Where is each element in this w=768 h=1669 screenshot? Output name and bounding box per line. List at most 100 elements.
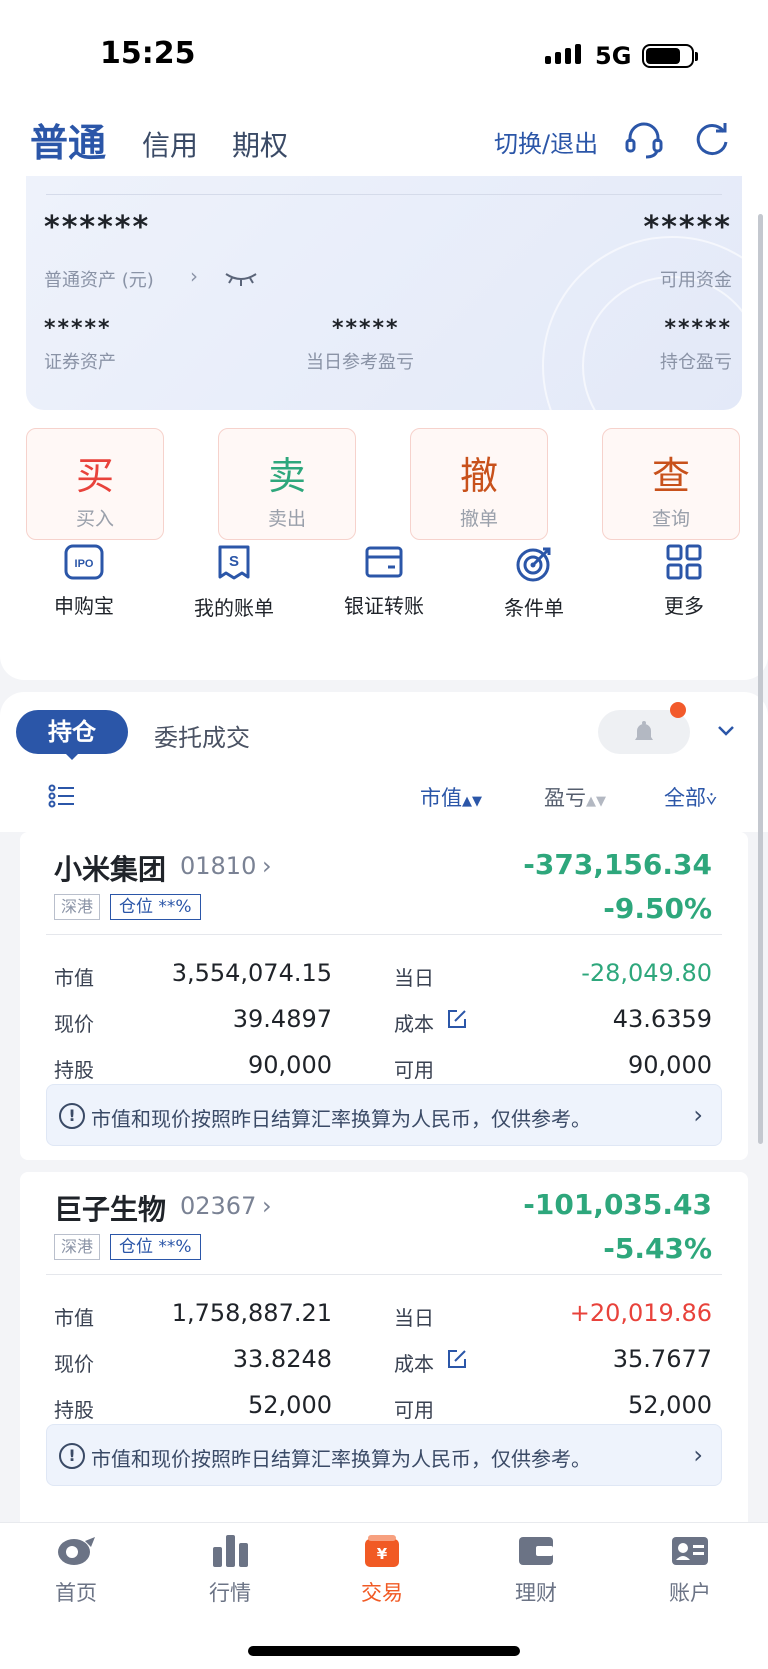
notification-dot bbox=[670, 702, 686, 718]
available-shares: 90,000 bbox=[628, 1051, 712, 1079]
chevron-right-icon: › bbox=[262, 1192, 272, 1220]
account-icon bbox=[672, 1537, 708, 1565]
holding-card[interactable]: 小米集团 01810 › -373,156.34 -9.50% 深港 仓位 **… bbox=[20, 832, 748, 1160]
cost-label: 成本 bbox=[394, 1012, 434, 1036]
stock-code: 02367 bbox=[180, 1192, 257, 1220]
scrollbar[interactable] bbox=[758, 214, 763, 1144]
nav-market-label: 行情 bbox=[209, 1581, 251, 1605]
tab-credit[interactable]: 信用 bbox=[142, 124, 198, 164]
cancel-order-button[interactable]: 撤 撤单 bbox=[410, 428, 548, 540]
shares-label: 持股 bbox=[54, 1058, 94, 1082]
market-tag: 深港 bbox=[54, 1234, 101, 1260]
bill-icon: S bbox=[218, 545, 250, 580]
chevron-right-icon: › bbox=[262, 852, 272, 880]
list-icon[interactable] bbox=[48, 784, 76, 808]
tab-options[interactable]: 期权 bbox=[232, 124, 288, 164]
func-my-bill[interactable]: S 我的账单 bbox=[170, 544, 298, 621]
refresh-icon[interactable] bbox=[690, 118, 734, 162]
shares: 90,000 bbox=[248, 1051, 332, 1079]
asset-section: ****** ***** 普通资产 (元) › 可用资金 ***** *****… bbox=[0, 176, 768, 680]
fx-notice[interactable]: ! 市值和现价按照昨日结算汇率换算为人民币，仅供参考。 › bbox=[46, 1084, 722, 1146]
nav-wealth-label: 理财 bbox=[515, 1581, 557, 1605]
available-label: 可用 bbox=[394, 1058, 434, 1082]
stock-name: 小米集团 bbox=[54, 853, 167, 886]
ipo-icon: IPO bbox=[64, 544, 104, 580]
position-tag: 仓位 **% bbox=[110, 1234, 201, 1260]
market-value-label: 市值 bbox=[54, 966, 94, 990]
market-value: 3,554,074.15 bbox=[171, 959, 332, 987]
holding-pnl-label: 持仓盈亏 bbox=[660, 352, 732, 373]
securities-assets-value: ***** bbox=[44, 316, 112, 341]
func-bank-transfer[interactable]: 银证转账 bbox=[320, 544, 448, 619]
tab-normal[interactable]: 普通 bbox=[30, 112, 106, 167]
nav-wealth[interactable]: 理财 bbox=[486, 1533, 586, 1607]
daily-label: 当日 bbox=[394, 966, 434, 990]
sort-market-value[interactable]: 市值▲▼ bbox=[420, 782, 482, 812]
chart-icon bbox=[213, 1535, 248, 1567]
func-conditional-order[interactable]: 条件单 bbox=[470, 544, 598, 621]
holding-pnl-value: ***** bbox=[664, 316, 732, 341]
filter-icon: ⩒ bbox=[706, 789, 717, 810]
sell-button[interactable]: 卖 卖出 bbox=[218, 428, 356, 540]
daily-label: 当日 bbox=[394, 1306, 434, 1330]
battery-icon bbox=[642, 44, 698, 68]
securities-assets-label: 证券资产 bbox=[44, 352, 116, 373]
query-button[interactable]: 查 查询 bbox=[602, 428, 740, 540]
svg-text:IPO: IPO bbox=[75, 558, 94, 570]
info-icon: ! bbox=[59, 1443, 85, 1469]
home-indicator bbox=[248, 1646, 520, 1656]
cost-label: 成本 bbox=[394, 1352, 434, 1376]
query-label: 查询 bbox=[651, 508, 690, 530]
chevron-right-icon: › bbox=[693, 1101, 703, 1129]
holding-card[interactable]: 巨子生物 02367 › -101,035.43 -5.43% 深港 仓位 **… bbox=[20, 1172, 748, 1532]
nav-account[interactable]: 账户 bbox=[640, 1533, 740, 1607]
filter-all[interactable]: 全部⩒ bbox=[664, 782, 717, 812]
total-assets-label[interactable]: 普通资产 (元) bbox=[44, 266, 154, 292]
customer-service-icon[interactable] bbox=[622, 118, 666, 162]
edit-icon[interactable] bbox=[446, 1348, 468, 1370]
sell-label: 卖出 bbox=[267, 508, 306, 530]
daily-pnl-label: 当日参考盈亏 bbox=[306, 352, 414, 373]
cost-price: 43.6359 bbox=[612, 1005, 712, 1033]
fx-notice[interactable]: ! 市值和现价按照昨日结算汇率换算为人民币，仅供参考。 › bbox=[46, 1424, 722, 1486]
nav-trade[interactable]: ¥ 交易 bbox=[332, 1533, 432, 1607]
func-bank-transfer-label: 银证转账 bbox=[344, 594, 424, 618]
sort-pnl[interactable]: 盈亏▲▼ bbox=[544, 782, 606, 812]
tab-holdings[interactable]: 持仓 bbox=[16, 710, 128, 760]
func-ipo-label: 申购宝 bbox=[54, 594, 114, 618]
nav-market[interactable]: 行情 bbox=[180, 1533, 280, 1607]
edit-icon[interactable] bbox=[446, 1008, 468, 1030]
sell-glyph: 卖 bbox=[267, 454, 306, 498]
holding-pnl: -101,035.43 bbox=[523, 1188, 712, 1221]
func-more[interactable]: 更多 bbox=[620, 544, 748, 619]
card-icon bbox=[365, 546, 403, 578]
available-label: 可用 bbox=[394, 1398, 434, 1422]
chevron-down-icon[interactable] bbox=[716, 724, 736, 738]
eye-closed-icon[interactable] bbox=[224, 270, 258, 288]
shares-label: 持股 bbox=[54, 1398, 94, 1422]
buy-button[interactable]: 买 买入 bbox=[26, 428, 164, 540]
current-price: 39.4897 bbox=[232, 1005, 332, 1033]
chevron-right-icon[interactable]: › bbox=[190, 264, 198, 288]
daily-pnl-value: ***** bbox=[332, 316, 400, 341]
asset-card: ****** ***** 普通资产 (元) › 可用资金 ***** *****… bbox=[26, 176, 742, 410]
status-time: 15:25 bbox=[100, 36, 196, 71]
holding-pnl-pct: -9.50% bbox=[603, 892, 712, 925]
nav-home[interactable]: 首页 bbox=[26, 1533, 126, 1607]
func-my-bill-label: 我的账单 bbox=[194, 596, 274, 620]
available-funds-value: ***** bbox=[643, 210, 732, 245]
tab-entrust[interactable]: 委托成交 bbox=[154, 718, 250, 753]
target-icon bbox=[516, 547, 551, 582]
signal-icon bbox=[545, 44, 581, 64]
filter-all-label: 全部 bbox=[664, 786, 706, 810]
svg-text:¥: ¥ bbox=[377, 1545, 388, 1563]
fx-notice-text: 市值和现价按照昨日结算汇率换算为人民币，仅供参考。 bbox=[91, 1447, 591, 1471]
grid-icon bbox=[666, 544, 702, 580]
switch-exit-button[interactable]: 切换/退出 bbox=[494, 124, 598, 159]
func-more-label: 更多 bbox=[664, 594, 704, 618]
trade-icon: ¥ bbox=[365, 1535, 399, 1567]
sort-bar: 市值▲▼ 盈亏▲▼ 全部⩒ bbox=[0, 772, 768, 824]
func-ipo[interactable]: IPO 申购宝 bbox=[20, 544, 148, 619]
positions-section: 持仓 委托成交 市值▲▼ 盈亏▲▼ 全部⩒ 小米集团 01810 › -373,… bbox=[0, 692, 768, 1532]
svg-text:S: S bbox=[229, 553, 239, 570]
